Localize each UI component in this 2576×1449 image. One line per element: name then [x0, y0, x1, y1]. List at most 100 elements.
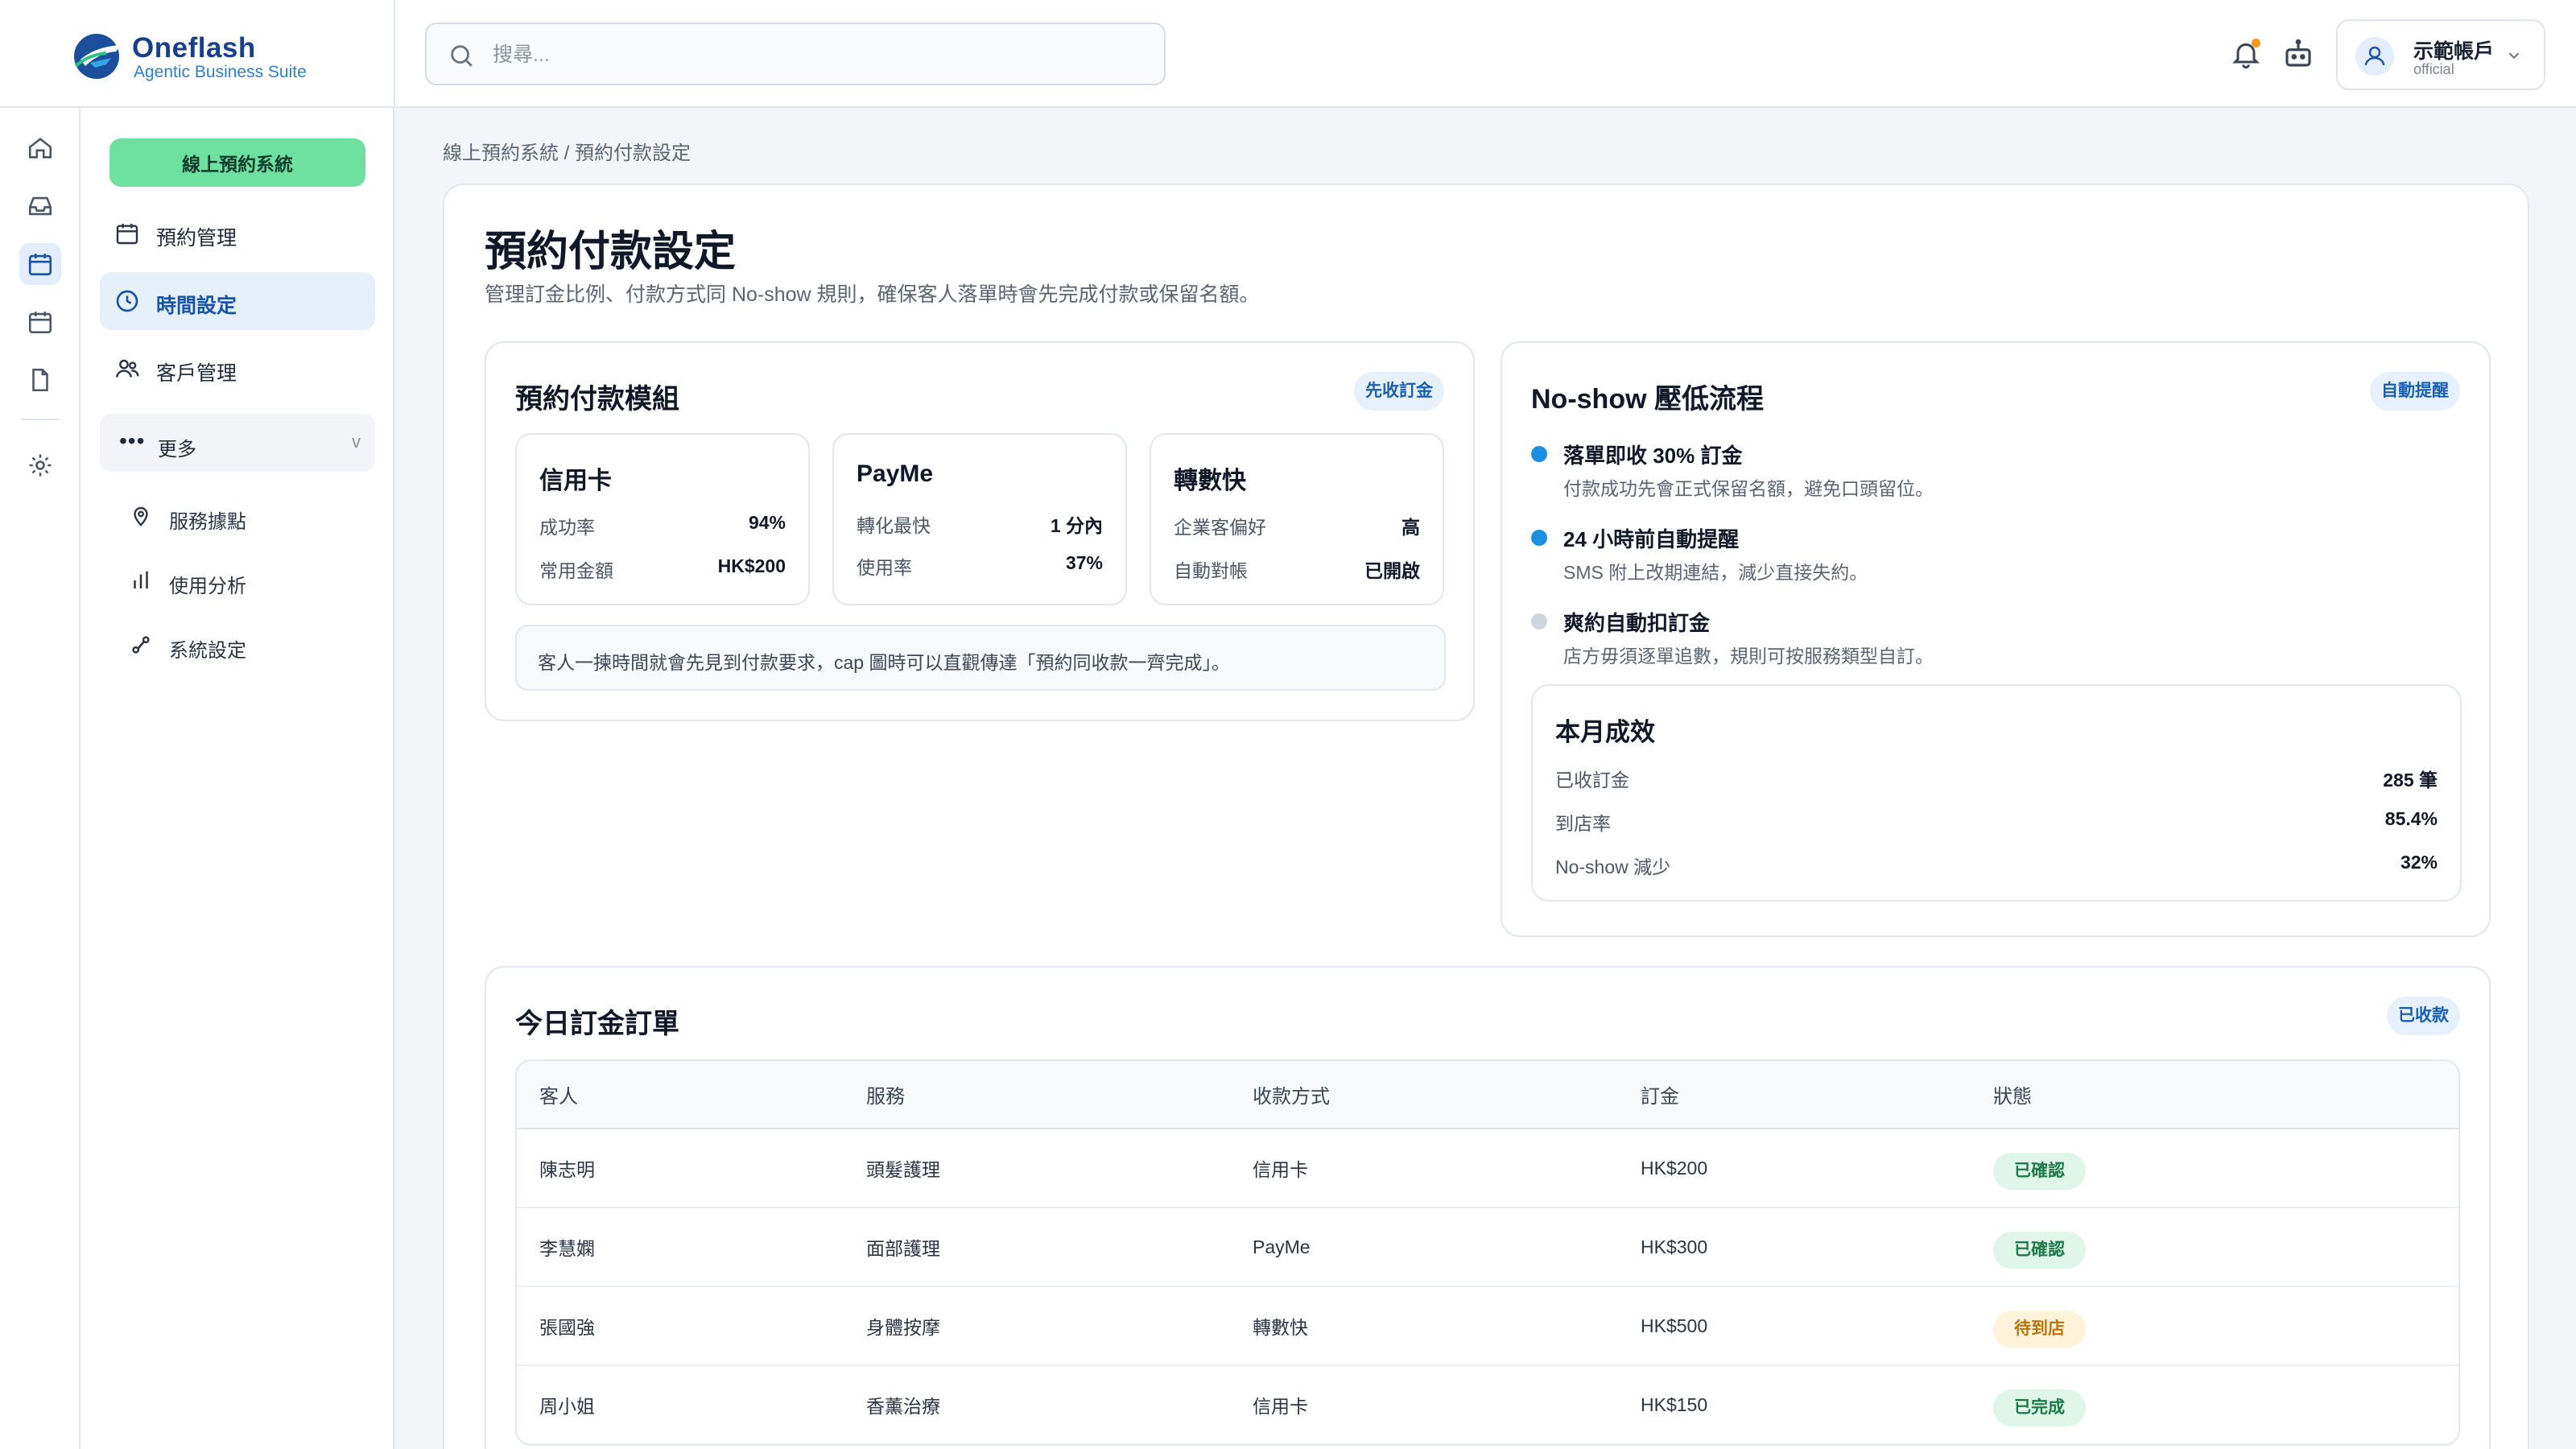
column-header-deposit[interactable]: 訂金 [1618, 1061, 1971, 1129]
stat-value: 高 [1402, 517, 1420, 538]
top-bar: Oneflash Agentic Business Suite 示範帳戶 off… [0, 0, 2576, 108]
notification-dot [2252, 39, 2260, 47]
cell-service: 面部護理 [844, 1208, 1230, 1287]
cell-customer: 周小姐 [517, 1365, 844, 1444]
cell-customer: 陳志明 [517, 1129, 844, 1208]
payment-stat-row: 轉化最快 1 分內 [857, 510, 1103, 536]
payment-method-credit-card[interactable]: 信用卡 成功率 94% 常用金額 HK$200 [515, 433, 810, 605]
sidebar-more-toggle[interactable]: ••• 更多 v [100, 414, 375, 472]
payment-stat-row: 成功率 94% [539, 512, 786, 538]
header-divider [394, 0, 395, 108]
table-row[interactable]: 張國強 身體按摩 轉數快 HK$500 待到店 [517, 1286, 2458, 1366]
account-role: official [2413, 61, 2454, 77]
table-row[interactable]: 周小姐 香薰治療 信用卡 HK$150 已完成 [517, 1365, 2458, 1444]
main-panel: 預約付款設定 管理訂金比例、付款方式同 No-show 規則，確保客人落單時會先… [443, 184, 2529, 1449]
inbox-icon [28, 196, 52, 216]
column-header-customer[interactable]: 客人 [517, 1061, 844, 1129]
sidebar-item-booking-management[interactable]: 預約管理 [100, 204, 375, 262]
payment-method-fps[interactable]: 轉數快 企業客偏好 高 自動對帳 已開啟 [1150, 433, 1444, 605]
monthly-results-title: 本月成效 [1555, 718, 1655, 746]
payment-stat-row: 使用率 37% [857, 552, 1103, 578]
today-orders-card: 今日訂金訂單 已收款 客人 服務 收款方式 訂金 狀態 陳志明 頭髮護理 信用卡… [485, 966, 2491, 1449]
search-box[interactable] [425, 23, 1166, 85]
rail-documents[interactable] [19, 359, 61, 401]
rail-home[interactable] [19, 127, 61, 169]
cell-method: PayMe [1230, 1208, 1618, 1287]
auto-reminder-badge: 自動提醒 [2370, 372, 2460, 411]
column-header-service[interactable]: 服務 [844, 1061, 1230, 1129]
rail-schedule[interactable] [19, 301, 61, 343]
payment-module-card: 預約付款模組 先收訂金 信用卡 成功率 94% 常用金額 HK$200 PayM… [485, 341, 1475, 721]
card-title: No-show 壓低流程 [1531, 384, 1764, 415]
noshow-flow-card: No-show 壓低流程 自動提醒 落單即收 30% 訂金 付款成功先會正式保留… [1501, 341, 2491, 937]
cell-method: 轉數快 [1230, 1286, 1618, 1366]
settings-flow-icon [132, 636, 150, 654]
more-label: 更多 [158, 439, 196, 460]
search-input[interactable] [493, 35, 1137, 74]
cell-deposit: HK$300 [1618, 1208, 1971, 1287]
payment-stat-row: 企業客偏好 高 [1174, 512, 1420, 538]
cell-deposit: HK$150 [1618, 1365, 1971, 1444]
table-header-row: 客人 服務 收款方式 訂金 狀態 [517, 1061, 2458, 1129]
table-row[interactable]: 李慧嫻 面部護理 PayMe HK$300 已確認 [517, 1208, 2458, 1287]
cell-status: 已完成 [1971, 1365, 2458, 1444]
sidebar-subitem-label: 服務據點 [169, 511, 246, 533]
online-booking-system-button[interactable]: 線上預約系統 [109, 138, 365, 187]
brand-name: Oneflash [132, 32, 256, 64]
sidebar-item-customer-management[interactable]: 客戶管理 [100, 340, 375, 398]
step-title: 24 小時前自動提醒 [1563, 527, 1740, 551]
stat-label: 常用金額 [539, 560, 613, 581]
rail-settings[interactable] [19, 444, 61, 486]
monthly-stat-row: 到店率 85.4% [1555, 808, 2438, 834]
assistant-button[interactable] [2281, 37, 2315, 71]
chevron-down-icon [2508, 52, 2520, 60]
sidebar: 線上預約系統 預約管理 時間設定 客戶管理 ••• 更多 v 服務據點 使用分析… [80, 108, 394, 1449]
column-header-method[interactable]: 收款方式 [1230, 1061, 1618, 1129]
noshow-step: 爽約自動扣訂金 店方毋須逐單追數，規則可按服務類型自訂。 [1531, 607, 2457, 671]
brand-logo[interactable]: Oneflash Agentic Business Suite [71, 31, 393, 82]
noshow-step: 24 小時前自動提醒 SMS 附上改期連結，減少直接失約。 [1531, 523, 2457, 588]
cell-deposit: HK$500 [1618, 1286, 1971, 1366]
sidebar-subitem-service-locations[interactable]: 服務據點 [129, 493, 370, 541]
stat-label: No-show 減少 [1555, 857, 1671, 877]
stat-label: 已收訂金 [1555, 770, 1629, 791]
chevron-down-icon: v [352, 431, 361, 452]
cell-method: 信用卡 [1230, 1129, 1618, 1208]
account-menu[interactable]: 示範帳戶 official [2336, 19, 2545, 90]
step-title: 爽約自動扣訂金 [1563, 611, 1711, 635]
step-indicator [1531, 446, 1547, 462]
stat-label: 成功率 [539, 517, 595, 538]
user-icon [2364, 46, 2385, 66]
sidebar-item-time-settings[interactable]: 時間設定 [100, 272, 375, 330]
account-name: 示範帳戶 [2413, 40, 2495, 63]
step-title: 落單即收 30% 訂金 [1563, 444, 1743, 468]
payment-method-name: 轉數快 [1174, 468, 1246, 494]
document-icon [32, 368, 48, 392]
step-description: 付款成功先會正式保留名額，避免口頭留位。 [1563, 478, 1934, 499]
rail-booking[interactable] [19, 243, 61, 285]
notification-button[interactable] [2230, 37, 2262, 71]
payment-method-payme[interactable]: PayMe 轉化最快 1 分內 使用率 37% [832, 433, 1127, 605]
cell-service: 頭髮護理 [844, 1129, 1230, 1208]
sidebar-subitem-system-settings[interactable]: 系統設定 [129, 621, 370, 670]
cell-deposit: HK$200 [1618, 1129, 1971, 1208]
step-description: 店方毋須逐單追數，規則可按服務類型自訂。 [1563, 646, 1934, 667]
payment-note: 客人一揀時間就會先見到付款要求，cap 圖時可以直觀傳達「預約同收款一齊完成」。 [515, 625, 1446, 691]
monthly-stat-row: No-show 減少 32% [1555, 852, 2438, 877]
table-row[interactable]: 陳志明 頭髮護理 信用卡 HK$200 已確認 [517, 1129, 2458, 1208]
sidebar-item-label: 預約管理 [156, 227, 237, 250]
sidebar-subitem-usage-analytics[interactable]: 使用分析 [129, 557, 370, 605]
stat-label: 到店率 [1555, 813, 1611, 834]
monthly-stat-row: 已收訂金 285 筆 [1555, 765, 2438, 791]
calendar-alt-icon [28, 312, 52, 334]
more-dots-icon: ••• [119, 428, 146, 453]
rail-divider [21, 419, 60, 420]
paid-badge: 已收款 [2387, 997, 2460, 1035]
cell-service: 香薰治療 [844, 1365, 1230, 1444]
home-icon [28, 138, 52, 159]
rail-inbox[interactable] [19, 185, 61, 227]
cell-customer: 張國強 [517, 1286, 844, 1366]
stat-label: 轉化最快 [857, 515, 931, 536]
monthly-results-card: 本月成效 已收訂金 285 筆 到店率 85.4% No-show 減少 32% [1531, 684, 2462, 902]
column-header-status[interactable]: 狀態 [1971, 1061, 2458, 1129]
